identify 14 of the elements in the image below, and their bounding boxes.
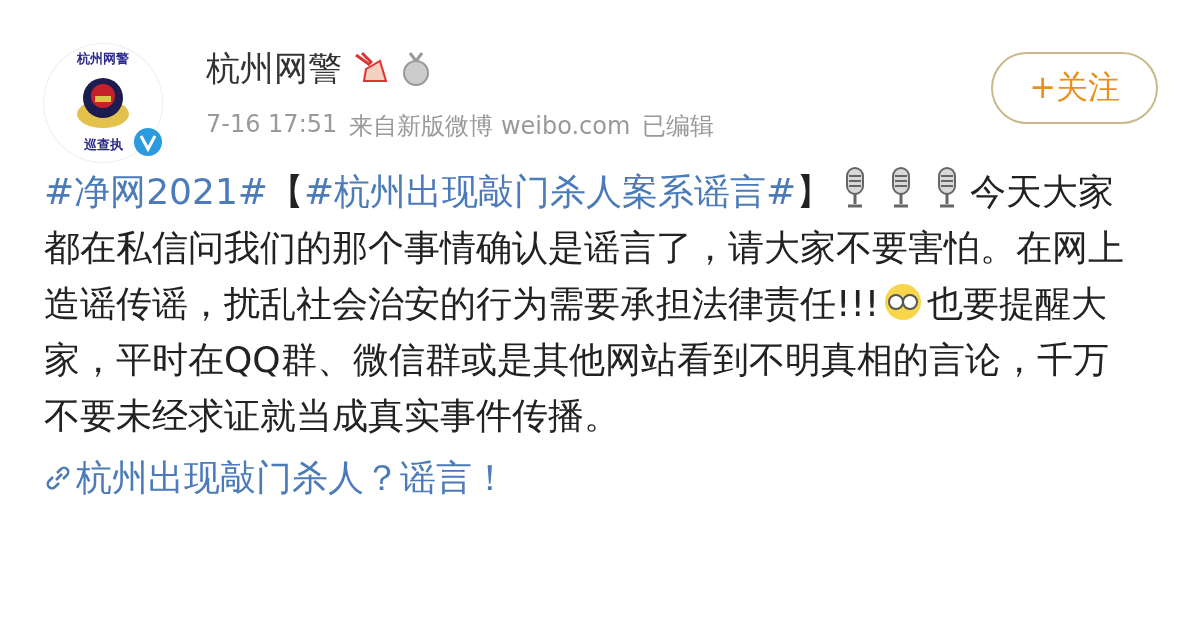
post-source: 来自新版微博 weibo.com [349, 111, 631, 142]
avatar-text: 巡查执 [83, 136, 123, 154]
article-link[interactable]: 杭州出现敲门杀人？谣言！ [76, 450, 508, 506]
topic-link[interactable]: #净网2021# [44, 171, 268, 212]
medal-icon [400, 51, 432, 87]
post-time: 7-16 17:51 [206, 110, 338, 140]
emoji-glasses-icon [883, 282, 924, 322]
topic-link[interactable]: #杭州出现敲门杀人案系谣言# [303, 171, 797, 212]
link-icon [44, 464, 72, 492]
avatar-text: 杭州网警 [77, 50, 129, 68]
post-text: #净网2021#【#杭州出现敲门杀人案系谣言#】 今天大家都在私信问我们的那个事情确认是谣言了，请大家不要害怕。在网上造谣传谣，扰乱社会治安的行为需要承担法律责任!!! 也要提醒大家，平时在QQ群、微信群或是其他网站看到不明真相的言论，千万不要未经求证就当成真实事件传播。 [44, 164, 1134, 444]
follow-button[interactable]: +关注 [991, 52, 1158, 124]
edited-label: 已编辑 [642, 111, 715, 142]
user-name[interactable]: 杭州网警 [206, 46, 342, 92]
